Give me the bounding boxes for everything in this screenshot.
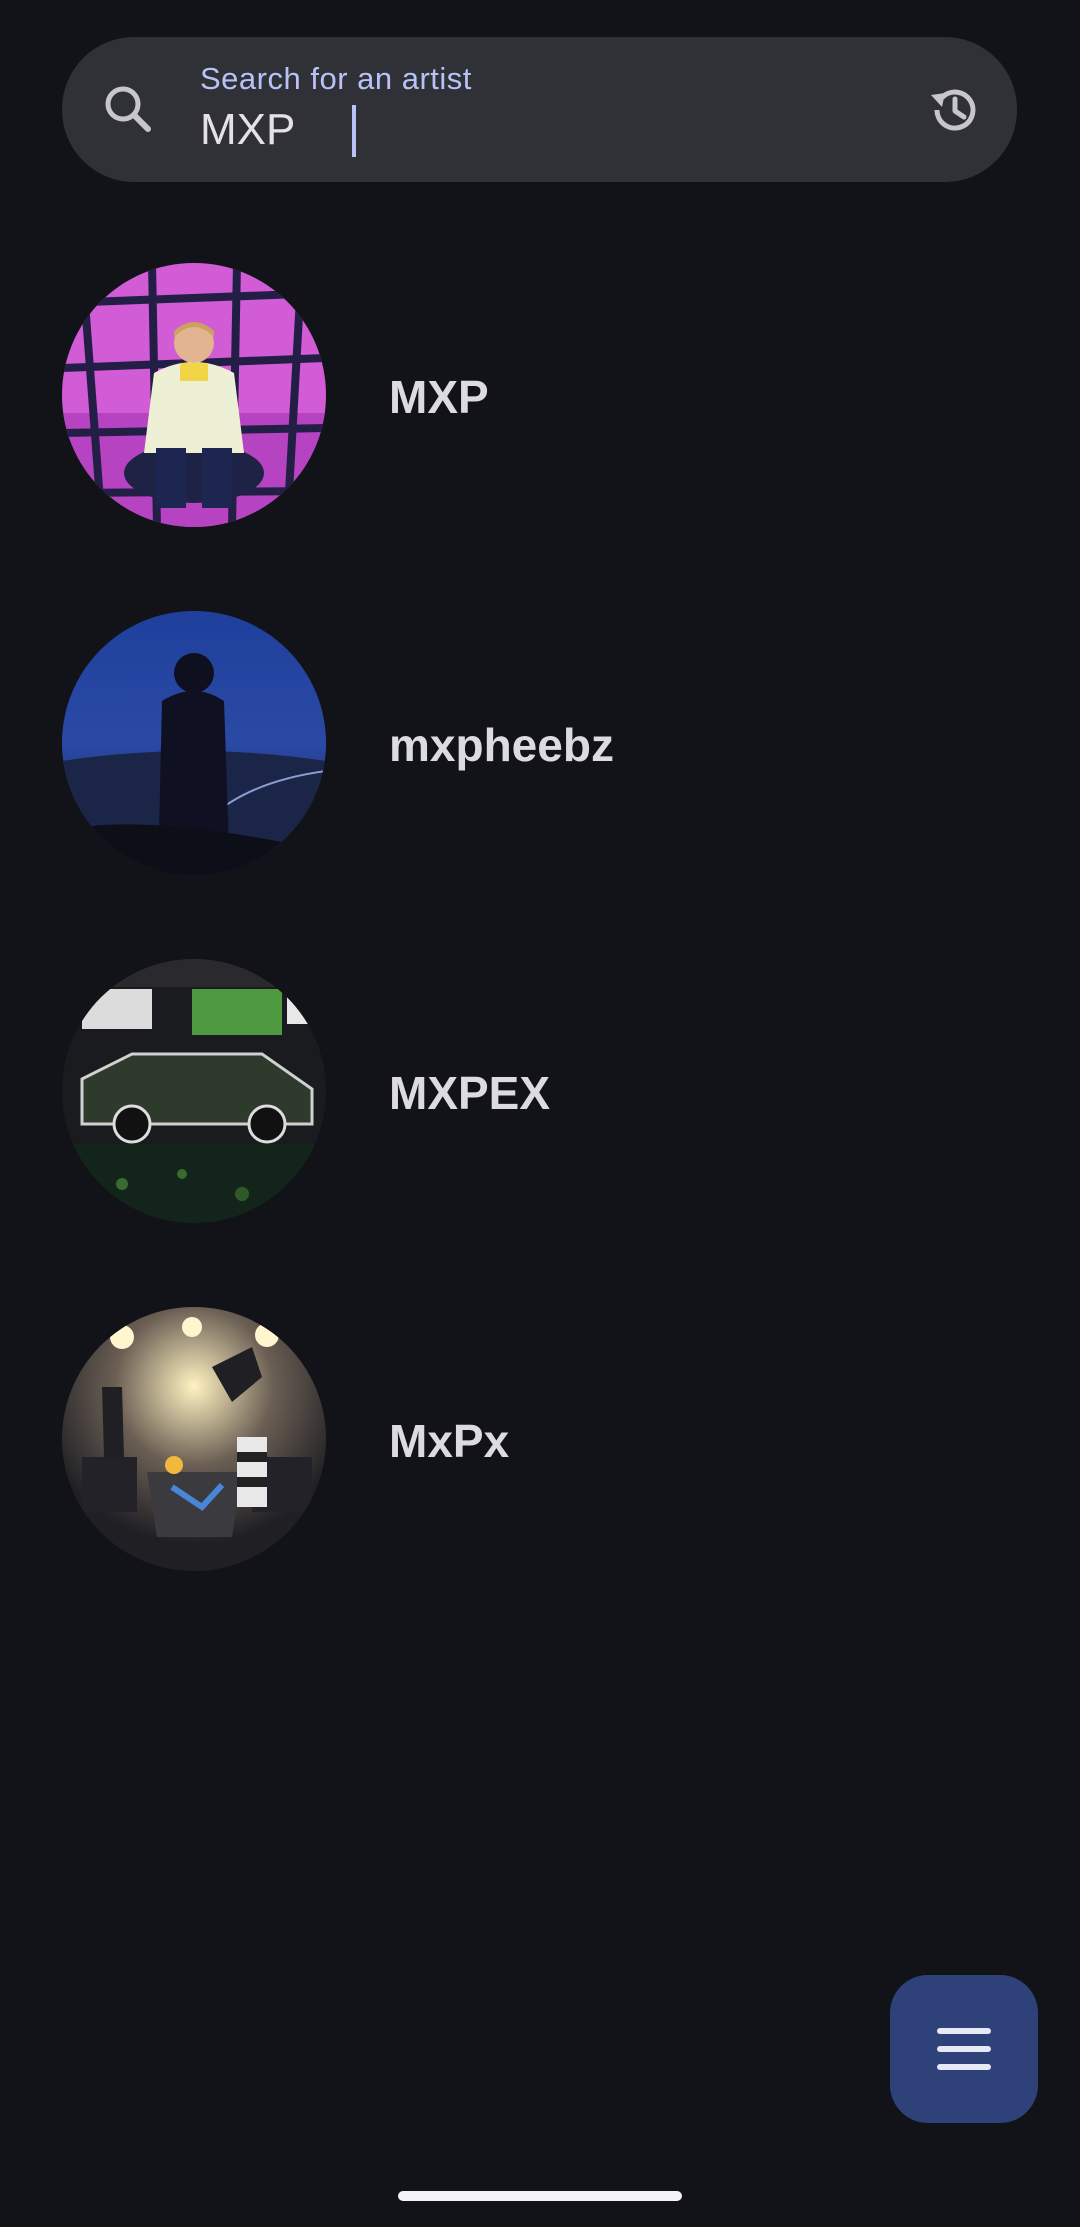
artist-result-item[interactable]: MXP — [0, 228, 1080, 558]
artist-result-item[interactable]: MxPx — [0, 1272, 1080, 1602]
artist-name: MXPEX — [389, 1067, 551, 1119]
artist-result-item[interactable]: mxpheebz — [0, 576, 1080, 906]
artist-avatar — [62, 1307, 326, 1571]
artist-avatar — [62, 611, 326, 875]
artist-name: mxpheebz — [389, 719, 614, 771]
artist-name: MxPx — [389, 1415, 510, 1467]
search-input[interactable] — [200, 103, 820, 157]
menu-button[interactable] — [890, 1975, 1038, 2123]
artist-name: MXP — [389, 371, 489, 423]
gesture-navigation-bar[interactable] — [398, 2191, 682, 2201]
artist-result-item[interactable]: MXPEX — [0, 924, 1080, 1254]
artist-avatar — [62, 959, 326, 1223]
search-icon[interactable] — [100, 81, 156, 137]
search-field-label: Search for an artist — [200, 61, 472, 96]
menu-icon — [937, 2028, 991, 2070]
text-cursor — [352, 105, 356, 157]
history-icon[interactable] — [925, 81, 983, 139]
artist-avatar — [62, 263, 326, 527]
search-bar[interactable]: Search for an artist — [62, 37, 1017, 182]
search-field[interactable]: Search for an artist — [200, 61, 820, 161]
